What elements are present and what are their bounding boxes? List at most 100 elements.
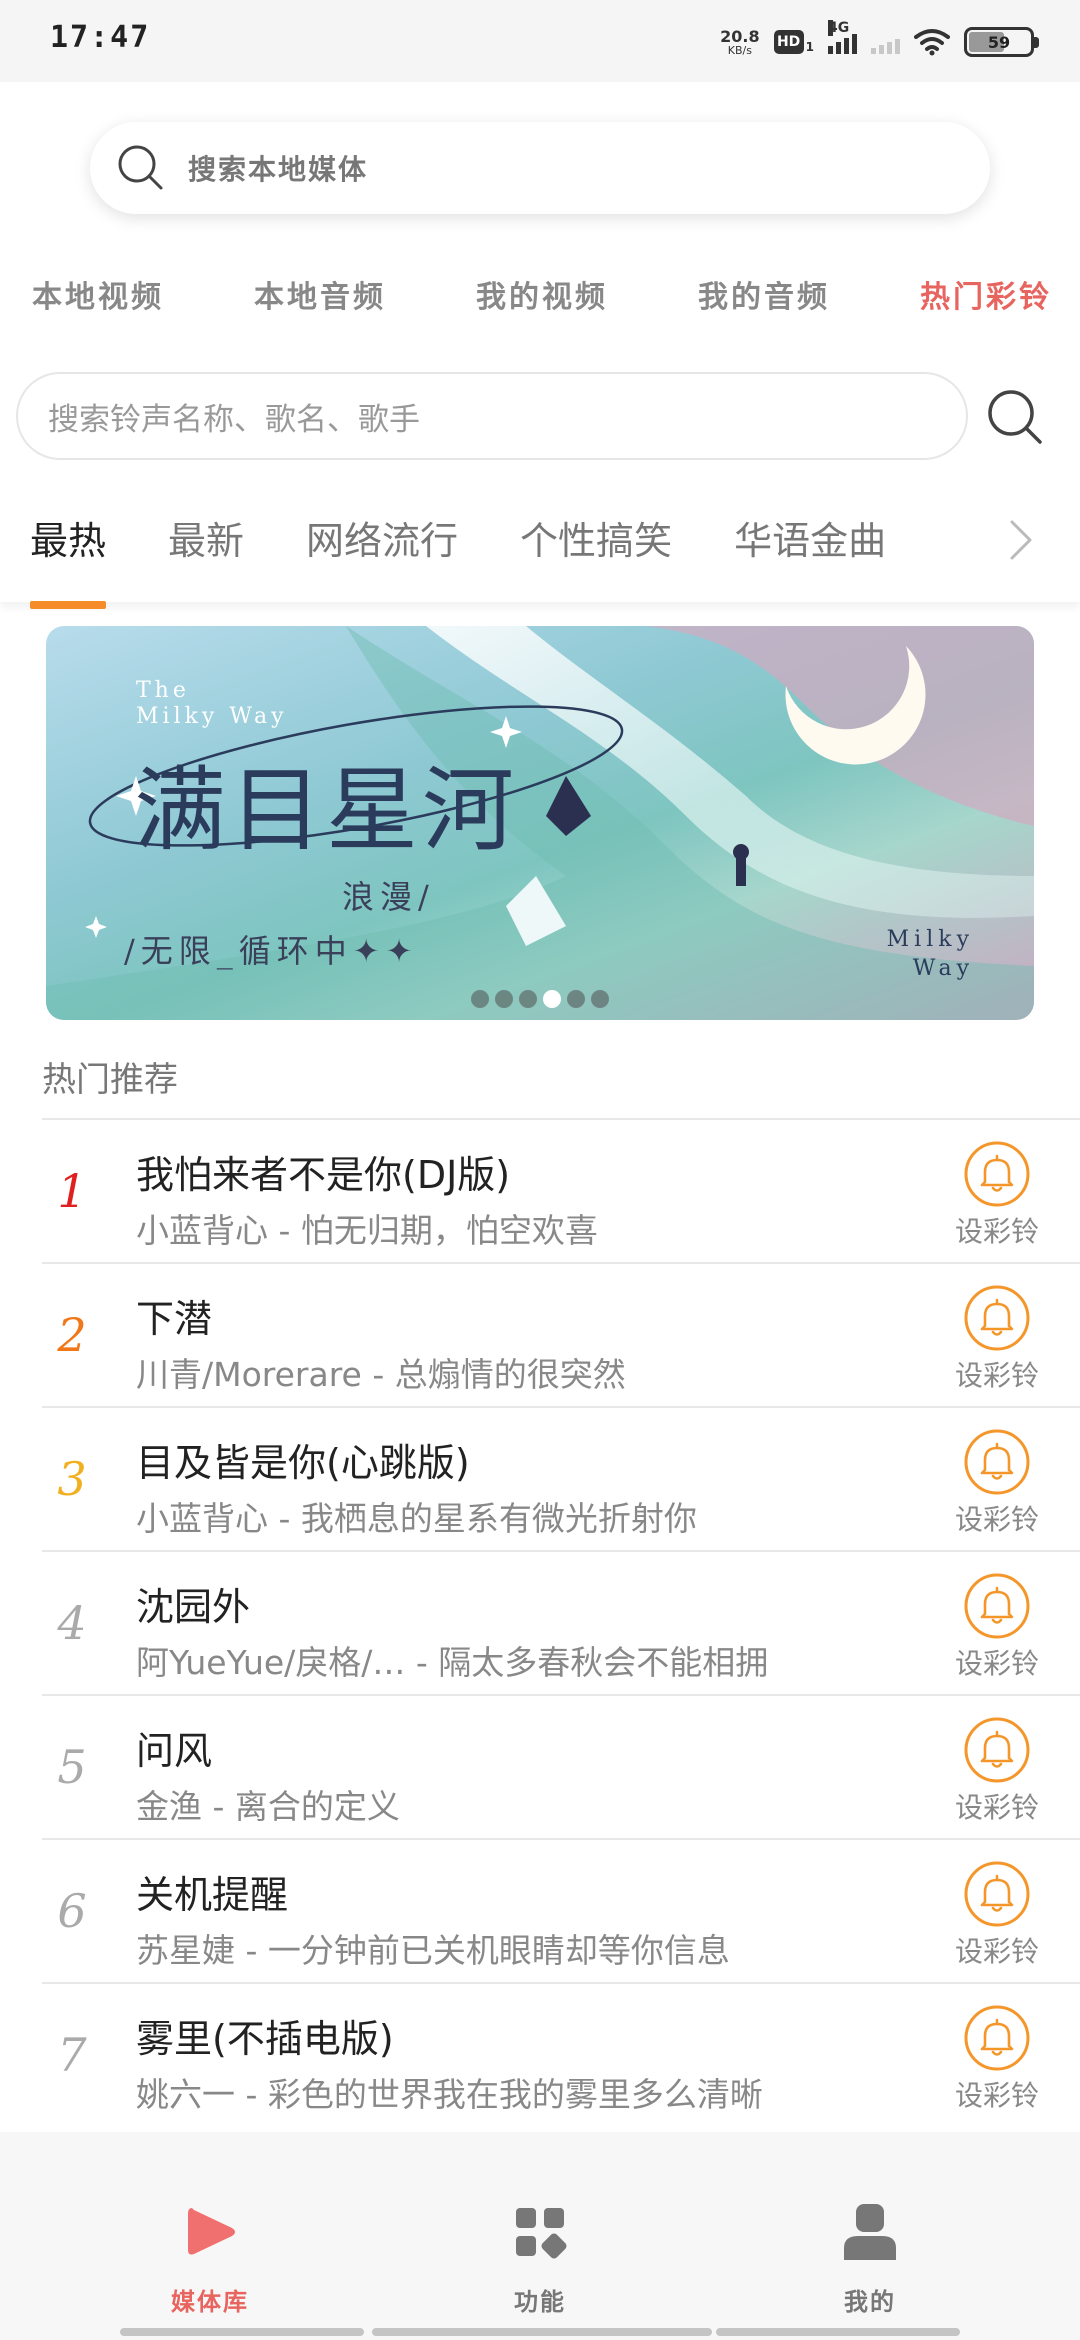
song-artist-lyric: 川青/Morerare - 总煽情的很突然 (136, 1355, 626, 1394)
banner-title: 满目星河 (134, 757, 519, 864)
song-row[interactable]: 4 沈园外 阿YueYue/戾格/… - 隔太多春秋会不能相拥 设彩铃 (42, 1550, 1080, 1694)
song-artist-lyric: 小蓝背心 - 怕无归期，怕空欢喜 (136, 1211, 598, 1250)
banner-en-bottom-line2: Way (912, 955, 974, 981)
bell-icon (964, 1573, 1030, 1639)
ringtone-search-button-icon[interactable] (986, 388, 1044, 446)
bell-icon (964, 1861, 1030, 1927)
status-time: 17:47 (50, 20, 151, 55)
tab-hot-ringtones[interactable]: 热门彩铃 (920, 272, 1052, 322)
status-bar: 17:47 20.8 KB/s HD 1 4G 59 (0, 0, 1080, 82)
set-ringtone-button[interactable]: 设彩铃 (942, 1284, 1052, 1394)
bell-icon (964, 1717, 1030, 1783)
song-title: 我怕来者不是你(DJ版) (136, 1153, 511, 1197)
banner-dot[interactable] (543, 990, 561, 1008)
set-ringtone-label: 设彩铃 (954, 1359, 1039, 1392)
play-icon (188, 2208, 235, 2255)
song-rank: 3 (57, 1452, 87, 1506)
nav-features[interactable]: 功能 (440, 2202, 640, 2317)
set-ringtone-label: 设彩铃 (954, 1791, 1039, 1824)
song-artist-lyric: 小蓝背心 - 我栖息的星系有微光折射你 (136, 1499, 697, 1538)
media-tabs: 本地视频 本地音频 我的视频 我的音频 热门彩铃 (0, 272, 1080, 322)
banner-subtitle-1: 浪漫/ (342, 878, 435, 916)
song-title: 目及皆是你(心跳版) (136, 1441, 470, 1485)
banner-en-top-line2: Milky Way (136, 704, 288, 730)
category-bar: 最热 最新 网络流行 个性搞笑 华语金曲 (0, 480, 1080, 609)
banner-pagination (46, 990, 1034, 1008)
network-speed-unit: KB/s (727, 43, 752, 57)
bell-icon (964, 1285, 1030, 1351)
song-rank: 6 (57, 1884, 87, 1938)
banner-dot[interactable] (567, 990, 585, 1008)
set-ringtone-button[interactable]: 设彩铃 (942, 1140, 1052, 1250)
set-ringtone-label: 设彩铃 (954, 1647, 1039, 1680)
banner-dot[interactable] (591, 990, 609, 1008)
song-row[interactable]: 7 雾里(不插电版) 姚六一 - 彩色的世界我在我的雾里多么清晰 设彩铃 (42, 1982, 1080, 2126)
song-title: 下潜 (136, 1297, 213, 1341)
tab-my-audio[interactable]: 我的音频 (698, 272, 830, 322)
song-rank: 2 (57, 1308, 87, 1362)
song-row[interactable]: 1 我怕来者不是你(DJ版) 小蓝背心 - 怕无归期，怕空欢喜 设彩铃 (42, 1118, 1080, 1262)
hd-icon: HD (773, 30, 804, 54)
hd-indicator: HD 1 (773, 30, 814, 54)
nav-features-label: 功能 (514, 2287, 566, 2316)
tab-my-video[interactable]: 我的视频 (476, 272, 608, 322)
category-tab-funny[interactable]: 个性搞笑 (520, 510, 672, 565)
search-icon (118, 145, 163, 190)
song-rank: 7 (57, 2028, 87, 2082)
set-ringtone-button[interactable]: 设彩铃 (942, 1428, 1052, 1538)
set-ringtone-button[interactable]: 设彩铃 (942, 2004, 1052, 2114)
song-artist-lyric: 姚六一 - 彩色的世界我在我的雾里多么清晰 (136, 2075, 763, 2114)
nav-mine[interactable]: 我的 (770, 2202, 970, 2317)
set-ringtone-label: 设彩铃 (954, 2079, 1039, 2112)
set-ringtone-label: 设彩铃 (954, 1935, 1039, 1968)
nav-mine-label: 我的 (844, 2287, 896, 2316)
wifi-icon (914, 29, 950, 56)
section-title-hot-recommend: 热门推荐 (42, 1060, 178, 1100)
ringtone-search-input[interactable]: 搜索铃声名称、歌名、歌手 (16, 372, 968, 460)
network-speed-value: 20.8 (720, 26, 760, 46)
banner-dot[interactable] (495, 990, 513, 1008)
song-rank: 5 (57, 1740, 87, 1794)
battery-icon: 59 (964, 27, 1039, 57)
category-tab-internet-popular[interactable]: 网络流行 (306, 510, 458, 565)
category-tab-chinese-classics[interactable]: 华语金曲 (734, 510, 886, 565)
apps-grid-icon (516, 2208, 567, 2259)
promo-banner[interactable]: The Milky Way 满目星河 浪漫/ /无限_循环中✦✦ Milky W… (46, 626, 1034, 1020)
battery-level: 59 (987, 32, 1011, 52)
bell-icon (964, 1141, 1030, 1207)
banner-subtitle-2: /无限_循环中✦✦ (124, 932, 419, 970)
song-title: 问风 (136, 1729, 213, 1773)
banner-dot[interactable] (519, 990, 537, 1008)
song-artist-lyric: 金渔 - 离合的定义 (136, 1787, 400, 1826)
network-speed: 20.8 KB/s (720, 26, 760, 57)
song-list: 1 我怕来者不是你(DJ版) 小蓝背心 - 怕无归期，怕空欢喜 设彩铃 2 下潜 川青/Mo… (42, 1118, 1080, 2126)
gesture-bar-right (716, 2328, 960, 2336)
nav-media-library-label: 媒体库 (171, 2287, 249, 2316)
category-tab-newest[interactable]: 最新 (168, 510, 244, 565)
status-icons: 20.8 KB/s HD 1 4G 59 (720, 20, 1039, 62)
song-row[interactable]: 5 问风金渔 - 离合的定义 设彩铃 (42, 1694, 1080, 1838)
song-row[interactable]: 3 目及皆是你(心跳版) 小蓝背心 - 我栖息的星系有微光折射你 设彩铃 (42, 1406, 1080, 1550)
nav-media-library[interactable]: 媒体库 (110, 2202, 310, 2317)
set-ringtone-label: 设彩铃 (954, 1503, 1039, 1536)
song-rank: 1 (57, 1164, 87, 1218)
tab-local-video[interactable]: 本地视频 (32, 272, 164, 322)
category-tabs: 最热 最新 网络流行 个性搞笑 华语金曲 (30, 510, 886, 609)
banner-dot[interactable] (471, 990, 489, 1008)
set-ringtone-button[interactable]: 设彩铃 (942, 1716, 1052, 1826)
network-type-label: 4G (828, 20, 850, 36)
tab-local-audio[interactable]: 本地音频 (254, 272, 386, 322)
song-row[interactable]: 6 关机提醒 苏星婕 - 一分钟前已关机眼睛却等你信息 设彩铃 (42, 1838, 1080, 1982)
gesture-bar-center (372, 2328, 712, 2336)
song-title: 关机提醒 (136, 1873, 289, 1917)
gesture-bar-left (120, 2328, 364, 2336)
song-row[interactable]: 2 下潜川青/Morerare - 总煽情的很突然 设彩铃 (42, 1262, 1080, 1406)
set-ringtone-button[interactable]: 设彩铃 (942, 1860, 1052, 1970)
song-artist-lyric: 阿YueYue/戾格/… - 隔太多春秋会不能相拥 (136, 1643, 769, 1682)
chevron-right-icon[interactable] (1006, 516, 1036, 564)
song-title: 雾里(不插电版) (136, 2017, 394, 2061)
local-media-search[interactable]: 搜索本地媒体 (90, 122, 990, 214)
category-tab-hottest[interactable]: 最热 (30, 510, 107, 609)
banner-en-bottom: Milky Way (887, 926, 974, 983)
set-ringtone-button[interactable]: 设彩铃 (942, 1572, 1052, 1682)
